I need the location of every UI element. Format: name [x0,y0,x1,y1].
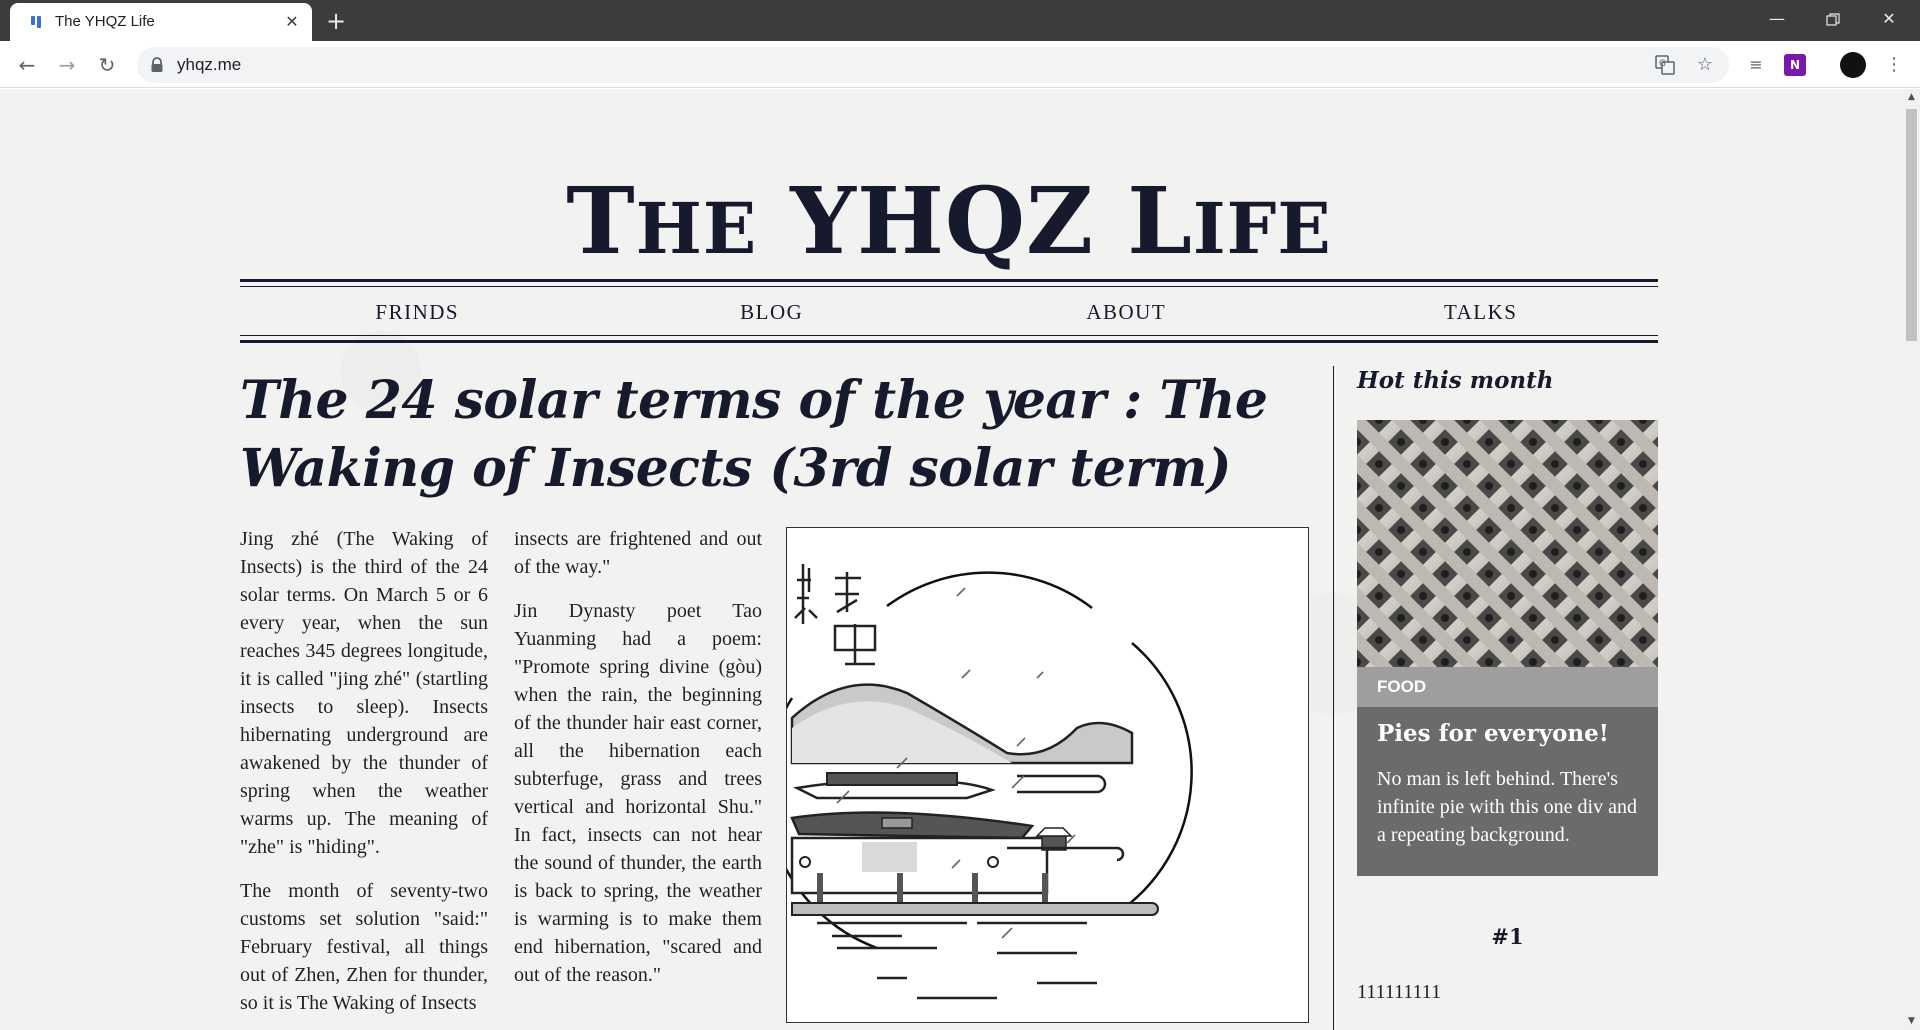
featured-card[interactable]: FOOD Pies for everyone! No man is left b… [1357,420,1658,876]
article-paragraph: The month of seventy-two customs set sol… [240,880,488,1014]
calligraphy-glyphs [794,564,877,666]
scroll-up-arrow-icon[interactable]: ▲ [1903,89,1920,106]
nav-item-about[interactable]: ABOUT [949,295,1304,329]
bookmark-star-icon[interactable]: ☆ [1693,53,1717,77]
url-text[interactable]: yhqz.me [177,55,241,75]
sidebar-divider [1333,366,1334,1030]
browser-tab[interactable]: The YHQZ Life ✕ [10,3,312,41]
article-paragraph: Jin Dynasty poet Tao Yuanming had a poem… [514,600,762,986]
nav-item-frinds[interactable]: FRINDS [240,295,595,329]
svg-text:G: G [1659,59,1666,69]
forward-arrow-icon[interactable]: → [51,49,83,81]
tab-strip: The YHQZ Life ✕ + — ✕ [0,0,1920,41]
scrollbar-thumb[interactable] [1906,109,1917,341]
browser-toolbar: ← → ↻ yhqz.me G ☆ ≡ N ⋮ [0,41,1920,88]
article-paragraph: Jing zhé (The Waking of Insects) is the … [240,528,488,858]
window-close-icon[interactable]: ✕ [1866,0,1912,41]
lock-icon [151,57,163,72]
nav-divider-top [240,279,1658,287]
article-title: The 24 solar terms of the year : The Wak… [240,370,1268,499]
window-minimize-icon[interactable]: — [1754,0,1800,41]
site-favicon-icon [31,16,41,28]
site-title-part: HE [635,187,758,270]
tab-close-icon[interactable]: ✕ [282,12,302,32]
card-description: No man is left behind. There's infinite … [1377,768,1637,846]
profile-avatar[interactable] [1840,52,1866,78]
rank-entry[interactable]: 111111111 [1357,981,1441,1004]
back-arrow-icon[interactable]: ← [11,49,43,81]
nav-divider-bottom [240,335,1658,343]
onenote-extension-icon[interactable]: N [1784,54,1806,76]
window-restore-icon[interactable] [1810,0,1856,41]
nav-item-blog[interactable]: BLOG [595,295,950,329]
tab-title: The YHQZ Life [55,13,155,30]
rank-label: #1 [1491,924,1524,949]
page-viewport: THE YHQZ LIFE FRINDS BLOG ABOUT TALKS Th… [0,89,1903,1030]
site-title-part: YHQZ L [757,167,1193,275]
page-scrollbar[interactable]: ▲ ▼ [1903,89,1920,1030]
browser-menu-icon[interactable]: ⋮ [1882,53,1906,77]
sidebar-heading: Hot this month [1357,367,1554,394]
address-bar[interactable]: yhqz.me G ☆ [137,47,1729,83]
nav-item-talks[interactable]: TALKS [1304,295,1659,329]
article-column-1: Jing zhé (The Waking of Insects) is the … [240,525,488,1030]
site-title[interactable]: THE YHQZ LIFE [240,167,1658,275]
site-title-part: IFE [1192,187,1332,270]
new-tab-button[interactable]: + [322,7,350,35]
main-nav: FRINDS BLOG ABOUT TALKS [240,295,1658,329]
card-image-woven-pattern [1357,420,1658,667]
scroll-down-arrow-icon[interactable]: ▼ [1903,1013,1920,1030]
card-title[interactable]: Pies for everyone! [1377,720,1609,747]
site-title-part: T [566,167,636,275]
reload-icon[interactable]: ↻ [91,49,123,81]
jingzhe-illustration [787,564,1193,1000]
translate-icon[interactable]: G [1653,53,1677,77]
card-category-tag[interactable]: FOOD [1357,667,1658,707]
article-paragraph: insects are frightened and out of the wa… [514,528,762,578]
reading-list-icon[interactable]: ≡ [1744,53,1768,77]
article-illustration [786,527,1309,1023]
article-column-2: insects are frightened and out of the wa… [514,525,762,1005]
